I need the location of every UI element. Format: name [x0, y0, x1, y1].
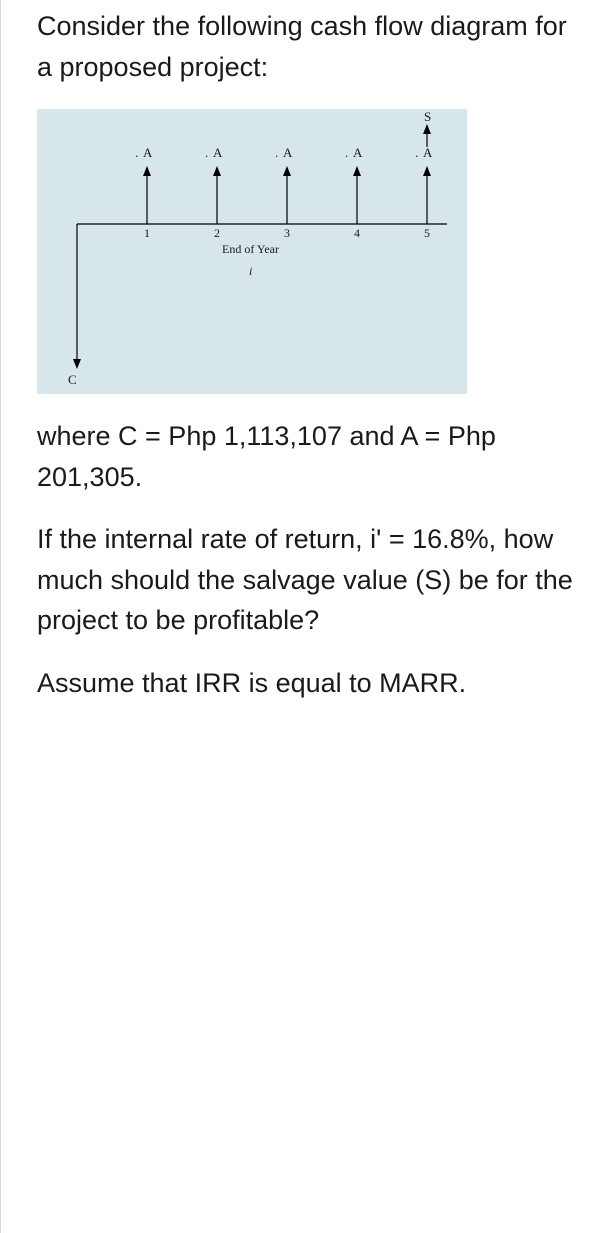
question-page: Consider the following cash flow diagram…: [0, 0, 602, 1233]
arrow-s-head: [423, 124, 431, 134]
tick-2: 2: [214, 226, 220, 240]
arrow-a4-head: [353, 166, 361, 176]
arrow-a5-head: [423, 166, 431, 176]
label-a5: A: [423, 145, 433, 160]
arrow-a2-head: [213, 166, 221, 176]
dot-a4: .: [345, 145, 348, 160]
tick-1: 1: [144, 226, 150, 240]
dot-a3: .: [275, 145, 278, 160]
axis-label: End of Year: [222, 242, 279, 256]
where-paragraph: where C = Php 1,113,107 and A = Php 201,…: [37, 416, 582, 497]
diagram-svg: C . A 1 . A 2 . A 3 . A 4: [37, 109, 467, 394]
question-paragraph: If the internal rate of return, i' = 16.…: [37, 519, 582, 641]
arrow-a3-head: [283, 166, 291, 176]
rate-label: i: [249, 264, 252, 278]
label-a1: A: [143, 145, 153, 160]
label-s: S: [424, 109, 431, 124]
label-a2: A: [213, 145, 223, 160]
arrow-a1-head: [143, 166, 151, 176]
intro-paragraph: Consider the following cash flow diagram…: [37, 6, 582, 87]
dot-a1: .: [135, 145, 138, 160]
tick-4: 4: [354, 226, 360, 240]
label-a4: A: [353, 145, 363, 160]
dot-a5: .: [415, 145, 418, 160]
label-a3: A: [283, 145, 293, 160]
tick-5: 5: [424, 226, 430, 240]
label-c: C: [68, 372, 77, 387]
tick-3: 3: [284, 226, 290, 240]
arrow-c-head: [73, 359, 81, 369]
dot-a2: .: [205, 145, 208, 160]
assume-paragraph: Assume that IRR is equal to MARR.: [37, 663, 582, 704]
cash-flow-diagram: C . A 1 . A 2 . A 3 . A 4: [37, 109, 467, 394]
